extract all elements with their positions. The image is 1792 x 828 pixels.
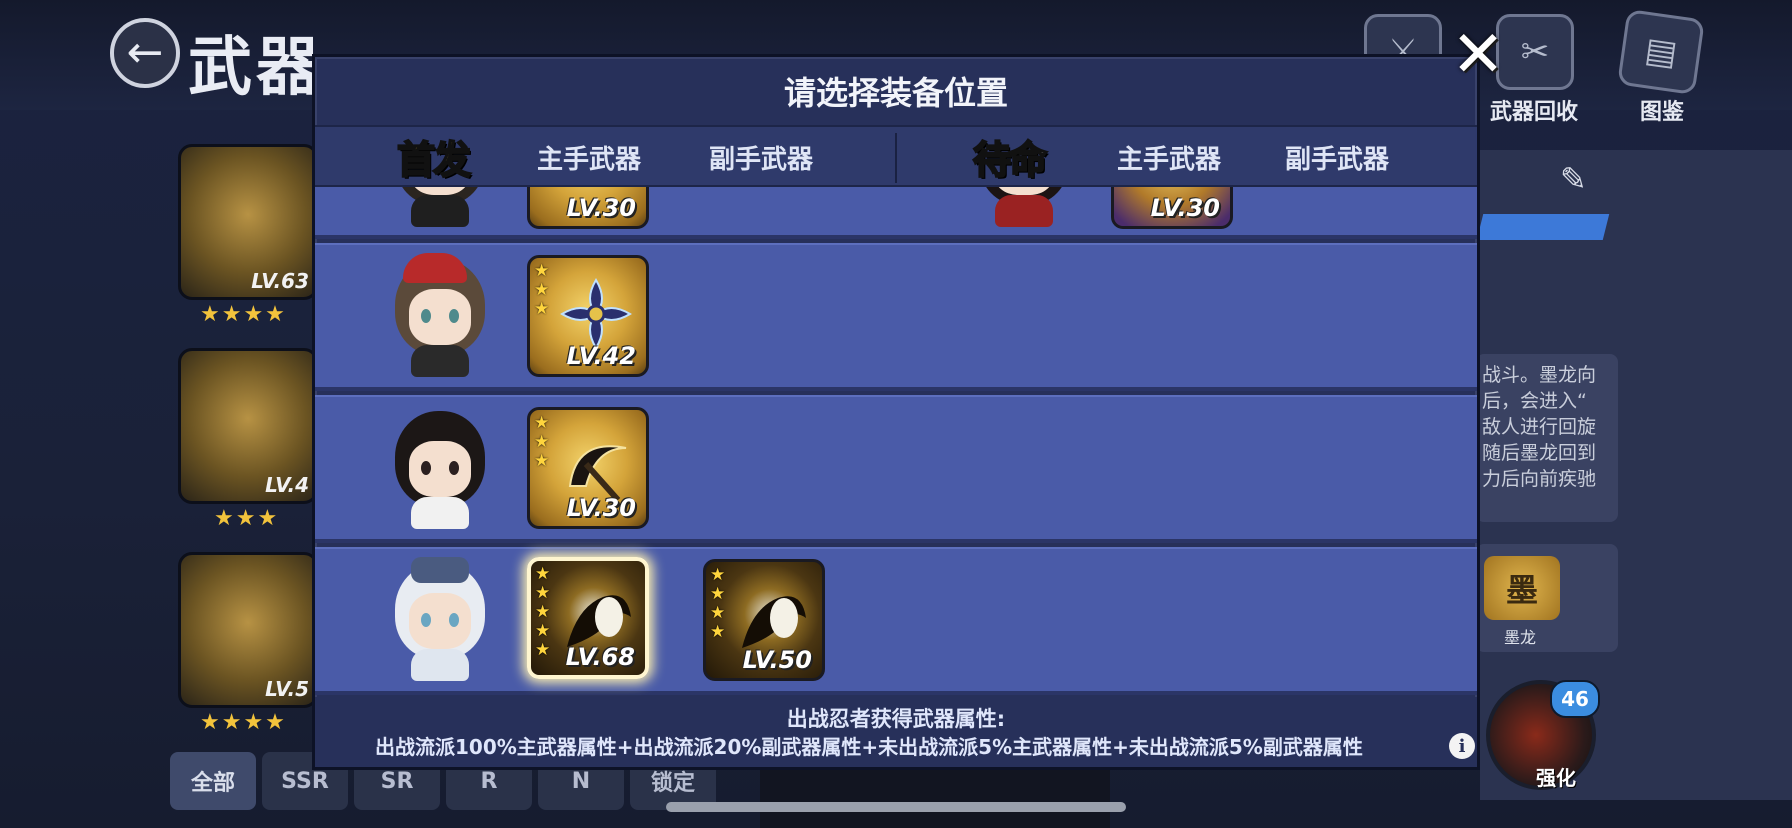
weapon-recycle-label[interactable]: 武器回收 (1490, 94, 1578, 126)
weapon-card-level: LV.5 (265, 677, 309, 701)
weapon-level: LV.30 (566, 494, 636, 522)
weapon-level: LV.42 (566, 342, 636, 370)
page-title: 武器 (188, 30, 324, 105)
progress-bar (1476, 214, 1610, 240)
strengthen-count-badge: 46 (1550, 680, 1600, 718)
emblem-label: 墨龙 (1504, 628, 1537, 647)
weapon-slot-off[interactable]: ★ ★ ★ ★ LV.50 (703, 559, 825, 681)
character-avatar (381, 253, 499, 381)
weapon-card-stars: ★★★★ (200, 302, 287, 327)
weapon-card[interactable]: LV.4 (178, 348, 318, 504)
first-main-weapon-header: 主手武器 (537, 145, 642, 175)
back-button[interactable]: ← (110, 18, 180, 88)
character-row[interactable]: ★ ★ ★ ★ ★ LV.68 ★ ★ ★ ★ LV.50 (315, 547, 1477, 695)
header-divider (895, 133, 897, 183)
codex-label[interactable]: 图鉴 (1640, 94, 1684, 126)
weapon-level: LV.30 (1150, 194, 1220, 222)
standby-weapon-slot-main[interactable]: ★★★ LV.30 (1111, 187, 1233, 229)
dragon-emblem-icon[interactable]: 墨 (1484, 556, 1560, 620)
weapon-stars: ★ ★ ★ ★ ★ (535, 564, 551, 660)
first-off-weapon-header: 副手武器 (709, 145, 814, 175)
weapon-slot-main[interactable]: ★★★ LV.30 (527, 187, 649, 229)
bottom-portrait (760, 764, 1110, 828)
character-avatar (381, 187, 499, 231)
weapon-slot-main[interactable]: ★ ★ ★ LV.42 (527, 255, 649, 377)
weapon-stars: ★ ★ ★ ★ (710, 565, 726, 642)
weapon-level: LV.68 (565, 643, 635, 671)
weapon-description: 战斗。墨龙向 后，会进入“ 敌人进行回旋 随后墨龙回到 力后向前疾驰 (1476, 354, 1618, 522)
weapon-stars: ★ ★ ★ (534, 413, 550, 471)
back-arrow-icon: ← (126, 27, 164, 78)
edit-icon[interactable]: ✎ (1560, 160, 1600, 200)
home-indicator[interactable] (666, 802, 1126, 812)
weapon-card-stars: ★★★ (214, 506, 280, 531)
filter-tab-all[interactable]: 全部 (170, 752, 256, 810)
character-row[interactable]: ★ ★ ★ LV.30 (315, 395, 1477, 543)
standby-main-weapon-header: 主手武器 (1117, 145, 1222, 175)
attribute-rule-text: 出战流派100%主武器属性+出战流派20%副武器属性+未出战流派5%主武器属性+… (375, 735, 1363, 759)
info-icon[interactable]: i (1449, 733, 1475, 759)
standby-character-avatar (965, 187, 1083, 231)
dialog-footer: 出战忍者获得武器属性: 出战流派100%主武器属性+出战流派20%副武器属性+未… (315, 697, 1477, 767)
character-list[interactable]: ★★★ LV.30 ★★★ LV.30 (315, 187, 1477, 697)
weapon-card-stars: ★★★★ (200, 710, 287, 735)
standby-team-badge: 待命 (972, 136, 1048, 183)
weapon-slot-main[interactable]: ★★★ LV.30 (527, 407, 649, 529)
character-row[interactable]: ★★★ LV.30 ★★★ LV.30 (315, 187, 1477, 239)
weapon-card-level: LV.63 (251, 269, 309, 293)
dialog-title: 请选择装备位置 (783, 74, 1008, 112)
weapon-card-level: LV.4 (265, 473, 309, 497)
equip-slot-dialog: 请选择装备位置 首发 主手武器 副手武器 待命 主手武器 副手武器 ★★★ LV… (312, 54, 1480, 770)
character-avatar (381, 557, 499, 685)
weapon-card[interactable]: LV.63 (178, 144, 318, 300)
codex-icon[interactable]: ▤ (1617, 8, 1705, 96)
strengthen-label: 强化 (1536, 766, 1576, 790)
weapon-stars: ★ ★ ★ (534, 261, 550, 319)
weapon-level: LV.50 (742, 646, 812, 674)
character-avatar (381, 405, 499, 533)
character-row[interactable]: ★ ★ ★ LV.42 (315, 243, 1477, 391)
weapon-card[interactable]: LV.5 (178, 552, 318, 708)
weapon-level: LV.30 (566, 194, 636, 222)
slot-header-row: 首发 主手武器 副手武器 待命 主手武器 副手武器 (315, 125, 1477, 187)
close-icon[interactable]: ✕ (1448, 23, 1508, 87)
standby-off-weapon-header: 副手武器 (1285, 145, 1390, 175)
first-team-badge: 首发 (396, 136, 472, 183)
weapon-slot-main[interactable]: ★ ★ ★ ★ ★ LV.68 (527, 557, 649, 679)
attribute-rule-title: 出战忍者获得武器属性: (786, 707, 1006, 731)
